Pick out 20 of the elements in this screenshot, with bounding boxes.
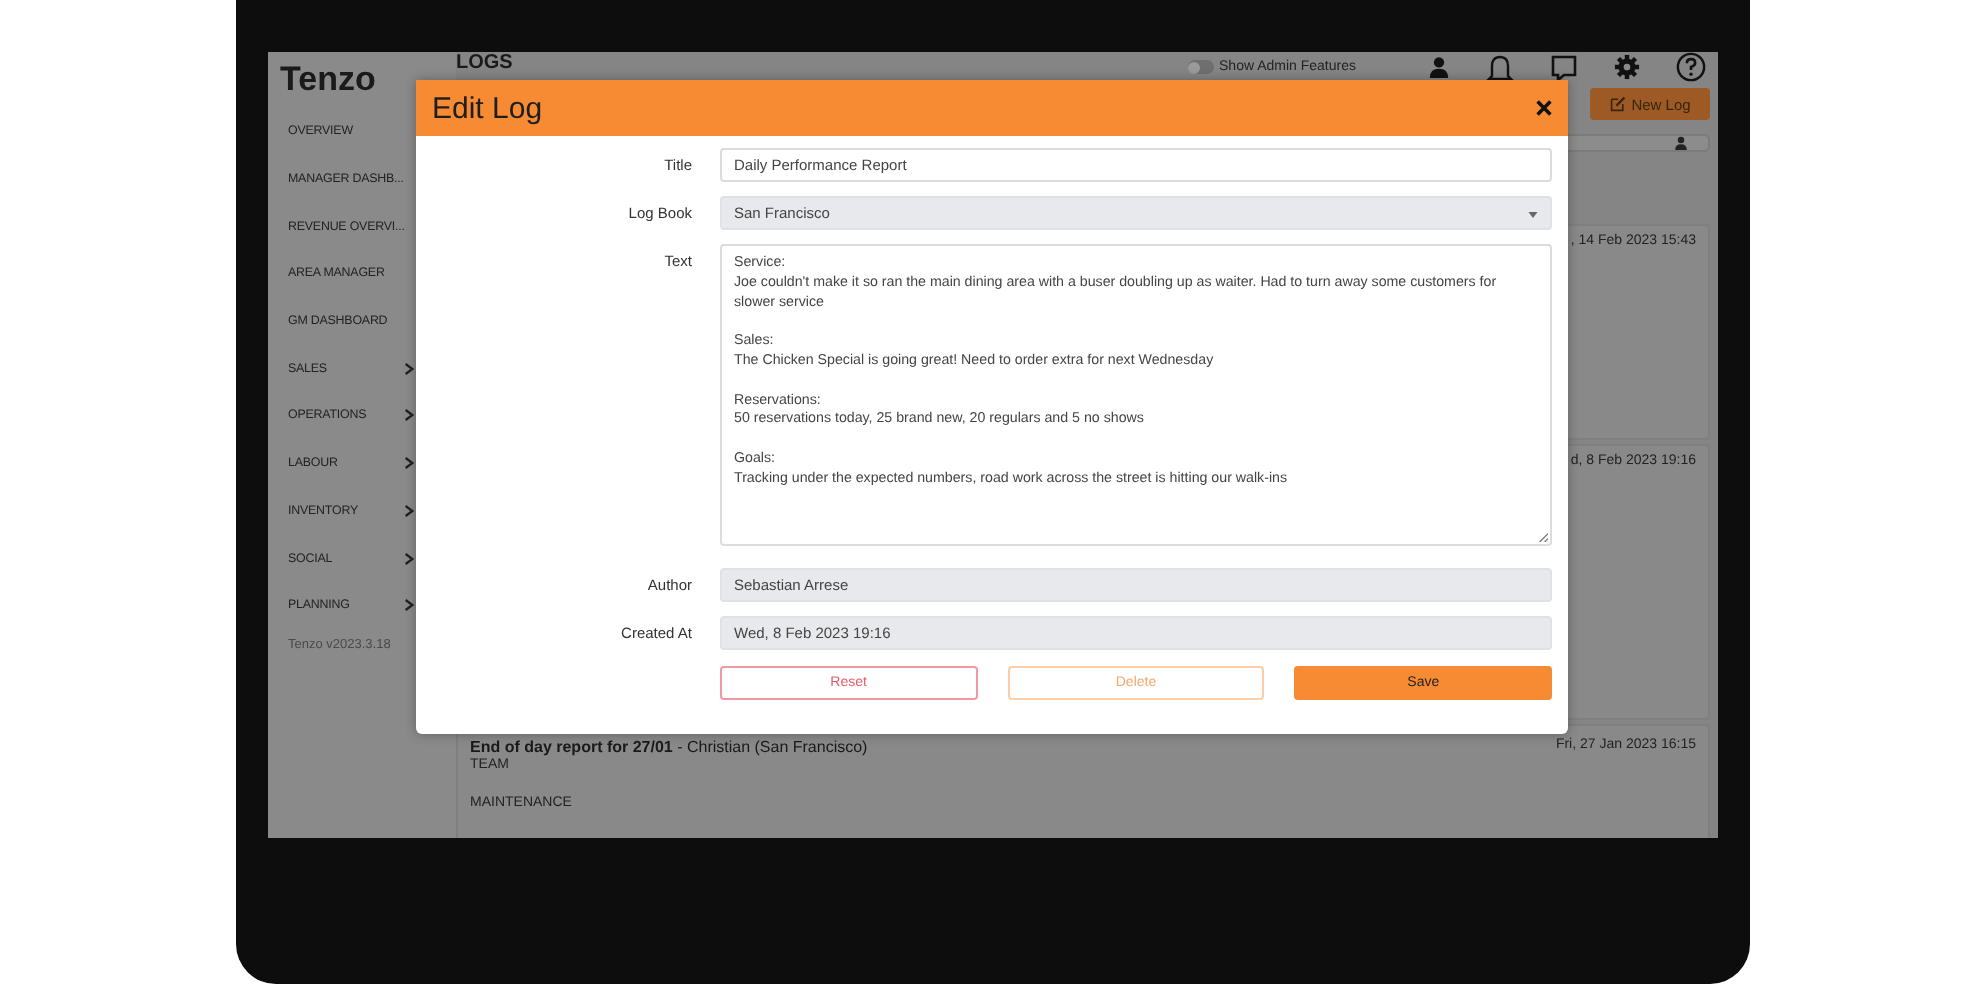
resize-handle-icon[interactable]	[1538, 532, 1548, 542]
user-icon[interactable]	[1428, 56, 1450, 78]
chevron-icon	[404, 551, 414, 566]
toggle-switch[interactable]	[1187, 60, 1214, 74]
caret-icon	[1528, 212, 1538, 218]
bell-icon[interactable]	[1486, 53, 1514, 81]
chevron-icon	[404, 408, 414, 423]
chevron-icon	[404, 361, 414, 376]
chevron-icon	[404, 503, 414, 518]
user-icon	[1674, 136, 1688, 150]
chevron-icon	[404, 598, 414, 613]
help-icon[interactable]	[1676, 52, 1706, 82]
log-title[interactable]: End of day report for 27/01 - Christian (San Francisco)	[470, 738, 868, 756]
close-icon[interactable]	[1536, 100, 1552, 116]
chevron-icon	[404, 456, 414, 471]
edit-icon	[1609, 96, 1626, 112]
chat-icon[interactable]	[1550, 53, 1578, 81]
dialog-title: Edit Log	[432, 91, 543, 125]
page-title: LOGS	[456, 52, 513, 74]
settings-icon[interactable]	[1614, 54, 1640, 80]
